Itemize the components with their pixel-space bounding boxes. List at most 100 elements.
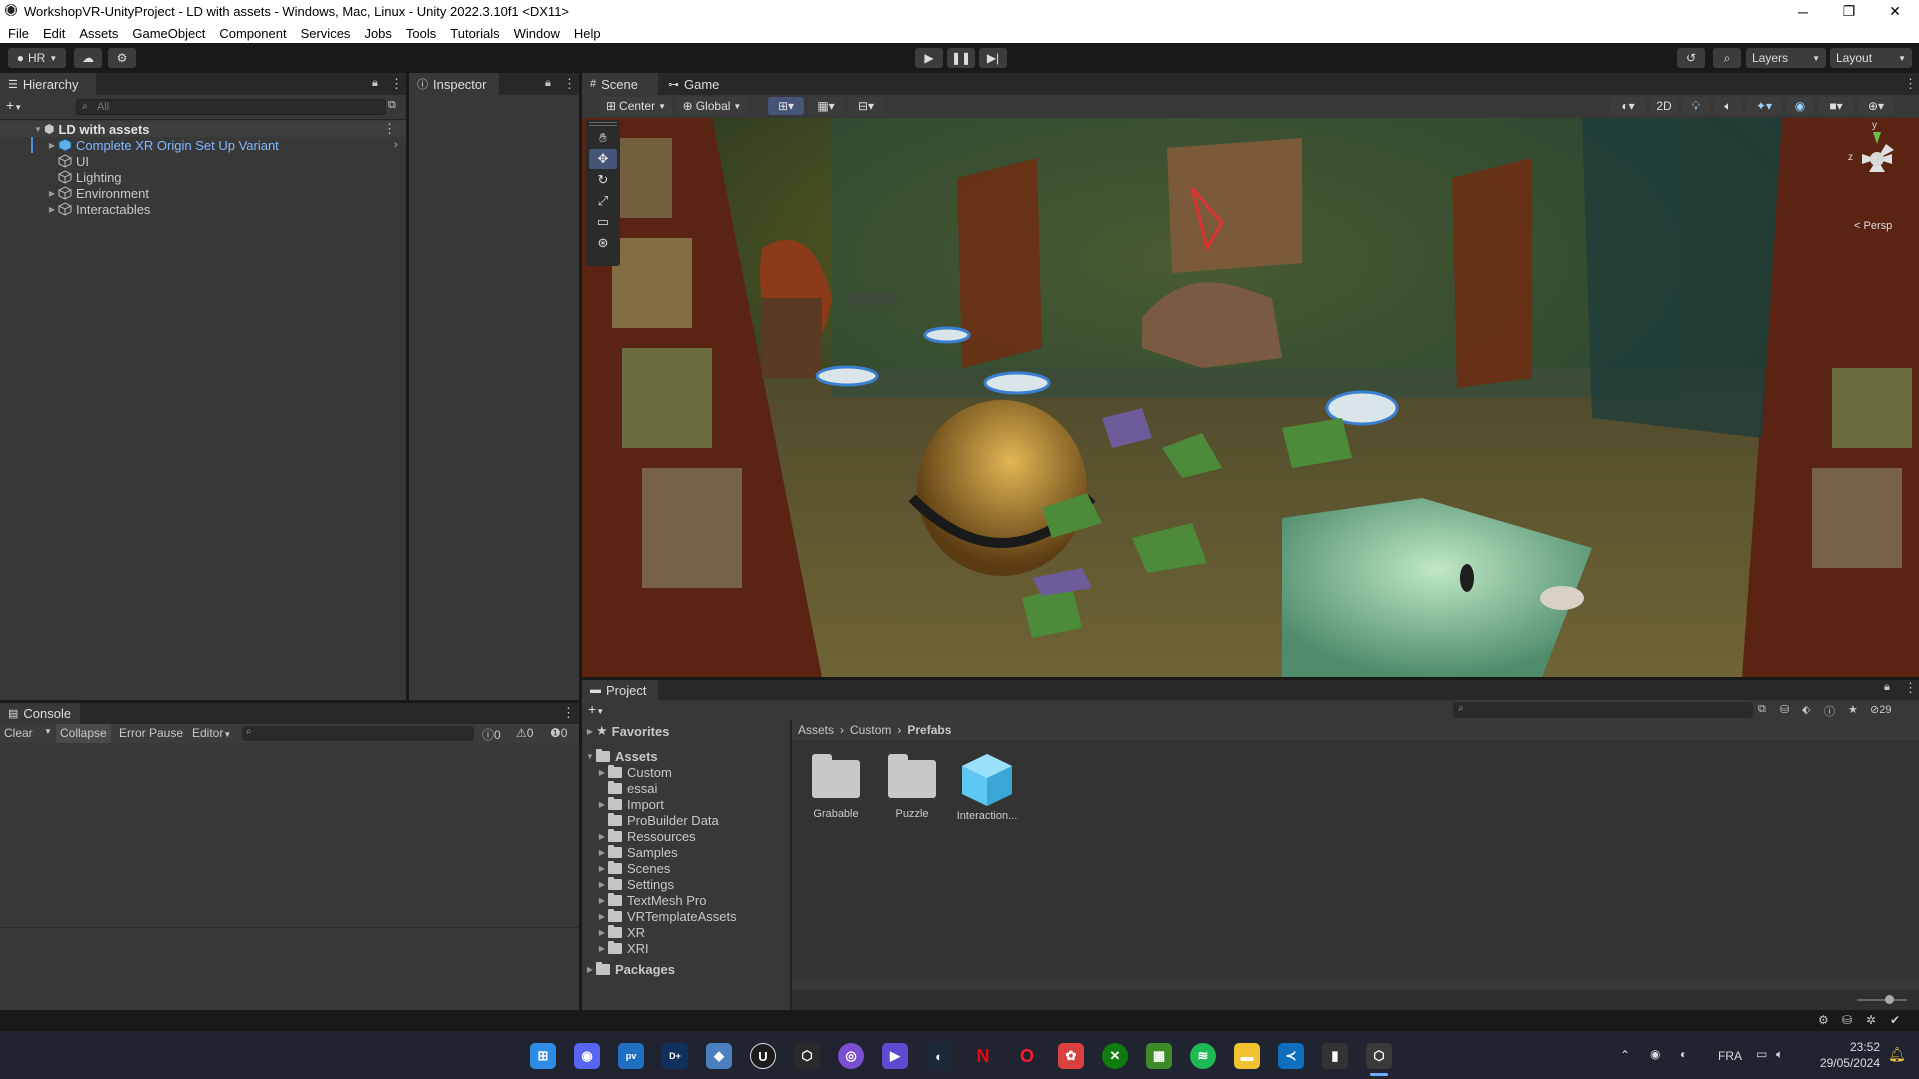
expand-arrow-icon[interactable]: ▶ [596,768,608,777]
icon-size-slider[interactable] [1857,999,1907,1001]
windows-start-icon[interactable]: ⊞ [530,1043,556,1069]
search-button[interactable]: ⌕ [1713,48,1741,68]
cloud-button[interactable]: ☁ [74,48,102,68]
asset-item[interactable]: Interaction... [951,752,1023,822]
favorites-row[interactable]: ▶ ★ Favorites [582,723,790,739]
expand-arrow-icon[interactable]: ▶ [596,864,608,873]
menu-edit[interactable]: Edit [43,26,65,41]
add-gameobject-button[interactable]: +▼ [6,97,30,115]
packages-row[interactable]: ▶ Packages [582,961,790,977]
unity-hub-icon[interactable]: ⬡ [794,1043,820,1069]
cache-icon[interactable]: ⛁ [1842,1013,1852,1027]
move-tool-button[interactable]: ✥ [589,149,617,169]
expand-arrow-icon[interactable]: ▶ [596,848,608,857]
audio-toggle[interactable]: 🔈︎ [1714,97,1742,115]
tab-game[interactable]: ⊶ Game [660,73,730,95]
chevron-right-icon[interactable]: › [394,139,398,151]
error-count-toggle[interactable]: ❶0 [550,726,567,740]
error-pause-toggle[interactable]: Error Pause [119,726,183,740]
scene-row[interactable]: ▼ ⬢ LD with assets ⋮ [0,121,406,137]
project-search-input[interactable]: ⌕ [1453,702,1753,718]
editor-dropdown[interactable]: Editor▼ [192,726,231,740]
hierarchy-item[interactable]: ▶ Complete XR Origin Set Up Variant › [0,137,406,153]
file-explorer-icon[interactable]: ▬ [1234,1043,1260,1069]
step-button[interactable]: ▶| [979,48,1007,68]
xbox-icon[interactable]: ✕ [1102,1043,1128,1069]
prime-video-icon[interactable]: pv [618,1043,644,1069]
effects-dropdown[interactable]: ✦▾ [1746,97,1782,115]
toggle-2d-button[interactable]: 2D [1650,97,1678,115]
favorite-star-icon[interactable]: ★ [1848,703,1858,716]
console-search-input[interactable]: ⌕ [242,726,474,741]
progress-icon[interactable]: ✲ [1866,1013,1876,1027]
folder-row[interactable]: ▶ VRTemplateAssets [582,908,790,924]
breadcrumb-item[interactable]: Assets [798,723,834,737]
menu-tutorials[interactable]: Tutorials [450,26,499,41]
lock-icon[interactable]: 🔒︎ [372,77,378,90]
orientation-gizmo[interactable]: y z < Persp [1842,120,1912,232]
expand-arrow-icon[interactable]: ▶ [596,880,608,889]
lock-icon[interactable]: 🔒︎ [545,77,551,90]
expand-arrow-icon[interactable]: ▶ [46,189,58,198]
more-options-icon[interactable]: ⋮ [562,705,575,721]
minecraft-icon[interactable]: ▦ [1146,1043,1172,1069]
pivot-center-dropdown[interactable]: ⊞ Center ▼ [600,97,672,115]
tab-console[interactable]: ▤ Console [0,703,80,724]
gizmos-dropdown[interactable]: ⊕▾ [1858,97,1894,115]
expand-arrow-icon[interactable]: ▶ [596,912,608,921]
camera-dropdown[interactable]: ■▾ [1818,97,1854,115]
menu-assets[interactable]: Assets [79,26,118,41]
folder-row[interactable]: ▶ Samples [582,844,790,860]
folder-row[interactable]: ▶ Ressources [582,828,790,844]
steam-icon[interactable]: ◐ [926,1043,952,1069]
increment-snap-dropdown[interactable]: ⊟▾ [848,97,884,115]
bug-icon[interactable]: ⚙ [1818,1013,1829,1027]
opera-icon[interactable]: O [1014,1043,1040,1069]
menu-file[interactable]: File [8,26,29,41]
expand-arrow-icon[interactable]: ▶ [596,928,608,937]
expand-arrow-icon[interactable]: ▶ [596,800,608,809]
drag-handle[interactable] [589,122,617,126]
scene-visibility-icon[interactable]: ⧉ [388,99,396,112]
folder-row[interactable]: ▶ XR [582,924,790,940]
clock[interactable]: 23:52 29/05/2024 [1800,1039,1880,1071]
netflix-icon[interactable]: N [970,1043,996,1069]
layers-dropdown[interactable]: Layers ▼ [1746,48,1826,68]
asset-item[interactable]: Grabable [800,754,872,820]
folder-row[interactable]: ▶ Settings [582,876,790,892]
menu-help[interactable]: Help [574,26,601,41]
expand-arrow-icon[interactable]: ▶ [584,727,596,736]
clear-button[interactable]: Clear [4,726,33,740]
expand-arrow-icon[interactable]: ▶ [596,944,608,953]
clear-options-dropdown[interactable]: ▼ [44,727,52,736]
collapse-toggle[interactable]: Collapse [56,724,111,743]
hidden-packages-toggle[interactable]: ⊘29 [1870,703,1891,716]
scale-tool-button[interactable]: ⤢ [589,191,617,211]
menu-component[interactable]: Component [219,26,286,41]
slider-thumb[interactable] [1885,995,1894,1004]
log-icon[interactable]: ⓘ [1824,703,1835,719]
expand-arrow-icon[interactable]: ▶ [46,205,58,214]
create-asset-button[interactable]: +▼ [588,701,604,717]
expand-arrow-icon[interactable]: ▶ [46,141,58,150]
scene-viewport[interactable]: y z < Persp [582,118,1919,677]
tab-hierarchy[interactable]: ☰ Hierarchy [0,73,96,95]
expand-arrow-icon[interactable]: ▼ [32,125,44,134]
chevron-up-icon[interactable]: ⌃ [1620,1048,1630,1062]
more-options-icon[interactable]: ⋮ [383,121,396,137]
vscode-icon[interactable]: ≺ [1278,1043,1304,1069]
disney-plus-icon[interactable]: D+ [662,1043,688,1069]
folder-row[interactable]: ProBuilder Data [582,812,790,828]
folder-row[interactable]: ▶ Import [582,796,790,812]
folder-row[interactable]: ▶ Scenes [582,860,790,876]
tab-scene[interactable]: # Scene [582,73,658,95]
log-count-toggle[interactable]: ⓘ0 [482,726,501,743]
hierarchy-item[interactable]: ▶ Environment [0,185,406,201]
discord-icon[interactable]: ◉ [574,1043,600,1069]
expand-arrow-icon[interactable]: ▶ [584,965,596,974]
collab-button[interactable]: ⚙ [108,48,136,68]
menu-tools[interactable]: Tools [406,26,436,41]
expand-arrow-icon[interactable]: ▼ [584,752,596,761]
spotify-icon[interactable]: ≋ [1190,1043,1216,1069]
app-dark-icon[interactable]: ▮ [1322,1043,1348,1069]
